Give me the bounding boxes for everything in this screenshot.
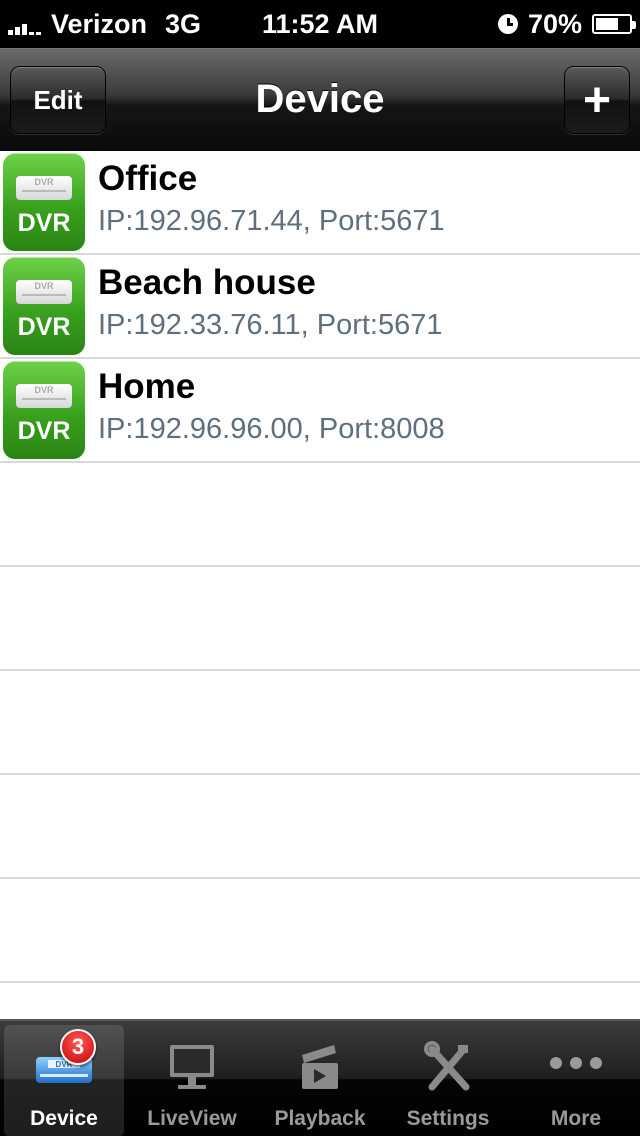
monitor-icon bbox=[162, 1041, 222, 1097]
dvr-box-label: DVR bbox=[34, 385, 54, 395]
dvr-icon-label: DVR bbox=[17, 417, 71, 445]
status-bar: Verizon 3G 11:52 AM 70% bbox=[0, 0, 640, 48]
more-dots-icon bbox=[546, 1041, 606, 1097]
device-address: IP:192.96.96.00, Port:8008 bbox=[98, 413, 445, 445]
dvr-box-graphic: DVR bbox=[16, 280, 72, 304]
dvr-icon: DVR 3 bbox=[34, 1029, 96, 1097]
empty-row bbox=[0, 567, 640, 671]
tab-label: More bbox=[550, 1107, 602, 1130]
device-name: Office bbox=[98, 159, 198, 198]
dvr-icon: DVR DVR bbox=[3, 361, 85, 459]
tab-playback[interactable]: Playback bbox=[260, 1025, 380, 1136]
add-device-button[interactable]: + bbox=[564, 66, 630, 134]
edit-button[interactable]: Edit bbox=[10, 66, 106, 134]
dvr-box-graphic: DVR bbox=[16, 176, 72, 200]
tab-label: Settings bbox=[406, 1107, 490, 1130]
tools-icon bbox=[418, 1041, 478, 1097]
status-right: 70% bbox=[497, 0, 636, 48]
tab-settings[interactable]: Settings bbox=[388, 1025, 508, 1136]
carrier-label: Verizon bbox=[51, 8, 148, 39]
dvr-icon-label: DVR bbox=[17, 313, 71, 341]
network-label: 3G bbox=[165, 8, 202, 39]
battery-percent: 70% bbox=[527, 8, 582, 39]
dvr-box-graphic: DVR bbox=[16, 384, 72, 408]
tab-device[interactable]: DVR 3 Device bbox=[4, 1025, 124, 1136]
dvr-icon-label: DVR bbox=[17, 209, 71, 237]
dvr-box-label: DVR bbox=[34, 281, 54, 291]
device-row[interactable]: DVR DVR Beach house IP:192.33.76.11, Por… bbox=[0, 255, 640, 359]
notification-badge: 3 bbox=[60, 1029, 96, 1065]
empty-row bbox=[0, 671, 640, 775]
tab-label: Device bbox=[30, 1107, 98, 1130]
device-address: IP:192.96.71.44, Port:5671 bbox=[98, 205, 445, 237]
device-list: DVR DVR Office IP:192.96.71.44, Port:567… bbox=[0, 151, 640, 1019]
tab-label: LiveView bbox=[147, 1107, 237, 1130]
status-left: Verizon 3G bbox=[8, 0, 201, 48]
tab-bar: DVR 3 Device LiveView Playback Settings … bbox=[0, 1019, 640, 1136]
tab-more[interactable]: More bbox=[516, 1025, 636, 1136]
device-row[interactable]: DVR DVR Home IP:192.96.96.00, Port:8008 bbox=[0, 359, 640, 463]
navigation-bar: Device Edit + bbox=[0, 48, 640, 151]
signal-icon bbox=[8, 19, 41, 35]
device-name: Home bbox=[98, 367, 196, 406]
empty-row bbox=[0, 463, 640, 567]
dvr-icon: DVR DVR bbox=[3, 153, 85, 251]
dvr-box-label: DVR bbox=[34, 177, 54, 187]
tab-liveview[interactable]: LiveView bbox=[132, 1025, 252, 1136]
clapperboard-icon bbox=[290, 1041, 350, 1097]
device-name: Beach house bbox=[98, 263, 316, 302]
device-row[interactable]: DVR DVR Office IP:192.96.71.44, Port:567… bbox=[0, 151, 640, 255]
empty-row bbox=[0, 983, 640, 1019]
dvr-icon: DVR DVR bbox=[3, 257, 85, 355]
empty-row bbox=[0, 775, 640, 879]
battery-fill bbox=[596, 18, 619, 30]
tab-label: Playback bbox=[274, 1107, 366, 1130]
device-address: IP:192.33.76.11, Port:5671 bbox=[98, 309, 443, 341]
empty-row bbox=[0, 879, 640, 983]
alarm-clock-icon bbox=[497, 14, 518, 34]
battery-icon bbox=[592, 14, 636, 34]
